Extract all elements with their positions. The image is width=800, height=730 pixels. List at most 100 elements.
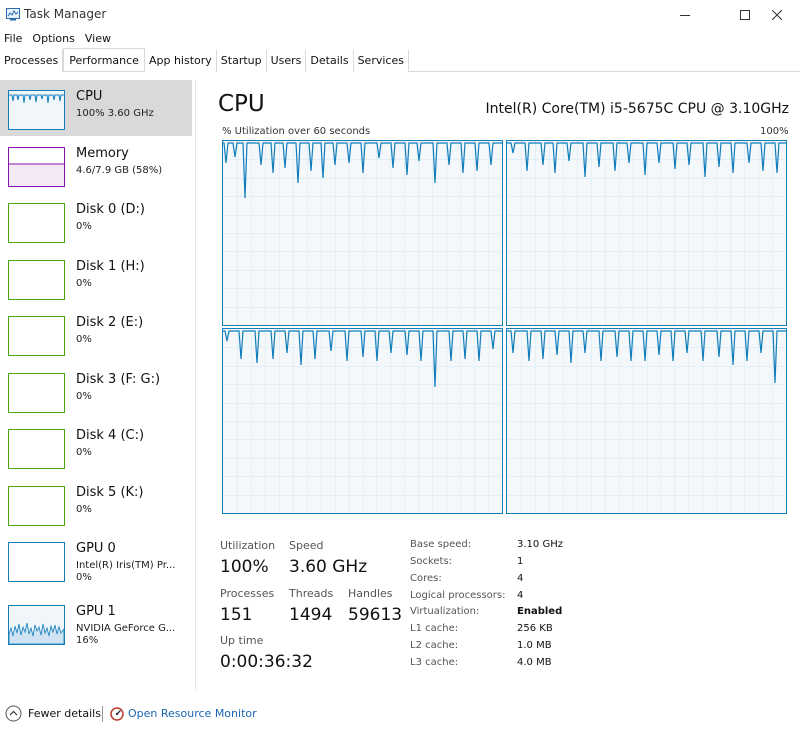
sidebar-item-disk-4[interactable]: Disk 4 (C:) 0%	[0, 419, 192, 475]
resource-sidebar: CPU 100% 3.60 GHz Memory 4.6/7.9 GB (58%…	[0, 80, 196, 690]
tab-processes[interactable]: Processes	[0, 50, 64, 72]
spec-value: 1.0 MB	[517, 640, 552, 651]
spec-key: Logical processors:	[410, 590, 506, 601]
utilization-value: 100%	[220, 557, 269, 577]
sidebar-item-label: Disk 4 (C:)	[76, 428, 145, 443]
sidebar-item-value: 0%	[76, 447, 92, 458]
close-button[interactable]	[754, 0, 800, 30]
threads-value: 1494	[289, 605, 333, 625]
tab-performance[interactable]: Performance	[63, 48, 145, 71]
spec-key: Cores:	[410, 573, 442, 584]
title-bar: Task Manager	[0, 0, 800, 30]
tab-users[interactable]: Users	[266, 50, 307, 72]
uptime-value: 0:00:36:32	[220, 652, 313, 672]
sidebar-item-subtitle: Intel(R) Iris(TM) Pr...	[76, 560, 176, 571]
sidebar-item-disk-0[interactable]: Disk 0 (D:) 0%	[0, 193, 192, 249]
tab-bar: Processes Performance App history Startu…	[0, 48, 800, 72]
disk-thumbnail	[8, 203, 65, 243]
sidebar-item-value: 0%	[76, 572, 92, 583]
sidebar-item-label: GPU 0	[76, 541, 116, 556]
sidebar-item-label: CPU	[76, 89, 103, 104]
cpu-model: Intel(R) Core(TM) i5-5675C CPU @ 3.10GHz	[485, 101, 789, 117]
processes-label: Processes	[220, 587, 275, 600]
graph-max-label: 100%	[760, 126, 789, 137]
maximize-icon	[740, 10, 750, 20]
threads-label: Threads	[289, 587, 334, 600]
speed-value: 3.60 GHz	[289, 557, 368, 577]
chevron-up-icon	[5, 705, 22, 722]
gpu-thumbnail	[8, 542, 65, 582]
sidebar-item-gpu-0[interactable]: GPU 0 Intel(R) Iris(TM) Pr... 0%	[0, 532, 192, 588]
graph-label: % Utilization over 60 seconds	[222, 126, 371, 137]
cpu-core-graph-1	[506, 140, 787, 326]
uptime-label: Up time	[220, 634, 264, 647]
spec-value: 256 KB	[517, 623, 553, 634]
spec-value: 4	[517, 573, 524, 584]
sidebar-item-label: Disk 5 (K:)	[76, 485, 144, 500]
memory-thumbnail-graph	[9, 163, 64, 186]
disk-thumbnail	[8, 486, 65, 526]
spec-key: Base speed:	[410, 539, 472, 550]
cpu-thumbnail	[8, 90, 65, 130]
fewer-details-label: Fewer details	[28, 707, 101, 720]
cpu-core-graph-2	[222, 328, 503, 514]
sidebar-item-value: 100% 3.60 GHz	[76, 108, 154, 119]
tab-startup[interactable]: Startup	[216, 50, 267, 72]
spec-value: 3.10 GHz	[517, 539, 563, 550]
processes-value: 151	[220, 605, 253, 625]
disk-thumbnail	[8, 373, 65, 413]
sidebar-item-gpu-1[interactable]: GPU 1 NVIDIA GeForce G... 16%	[0, 595, 192, 651]
disk-thumbnail	[8, 316, 65, 356]
sidebar-item-disk-5[interactable]: Disk 5 (K:) 0%	[0, 476, 192, 532]
sidebar-item-value: 0%	[76, 221, 92, 232]
sidebar-item-cpu[interactable]: CPU 100% 3.60 GHz	[0, 80, 192, 136]
gpu-thumbnail-graph	[8, 606, 65, 645]
cpu-core-line-graph	[507, 329, 786, 513]
tab-services[interactable]: Services	[353, 50, 409, 72]
cpu-core-line-graph	[223, 329, 502, 513]
menu-view[interactable]: View	[80, 30, 116, 48]
sidebar-item-disk-3[interactable]: Disk 3 (F: G:) 0%	[0, 363, 192, 419]
footer-bar: Fewer details Open Resource Monitor	[0, 700, 800, 730]
sidebar-item-value: 4.6/7.9 GB (58%)	[76, 165, 163, 176]
task-manager-icon	[6, 8, 20, 21]
speed-label: Speed	[289, 539, 324, 552]
cpu-core-line-graph	[223, 141, 502, 325]
cpu-core-graph-0	[222, 140, 503, 326]
sidebar-item-label: Disk 0 (D:)	[76, 202, 145, 217]
spec-key: Virtualization:	[410, 606, 480, 617]
sidebar-item-label: GPU 1	[76, 604, 116, 619]
minimize-icon	[680, 15, 690, 16]
spec-value: 4	[517, 590, 524, 601]
spec-value: 1	[517, 556, 524, 567]
spec-value: 4.0 MB	[517, 657, 552, 668]
sidebar-item-memory[interactable]: Memory 4.6/7.9 GB (58%)	[0, 137, 192, 193]
handles-value: 59613	[348, 605, 403, 625]
spec-key: L2 cache:	[410, 640, 459, 651]
sidebar-item-value: 0%	[76, 278, 92, 289]
menu-bar: File Options View	[0, 30, 116, 48]
spec-key: L1 cache:	[410, 623, 459, 634]
menu-file[interactable]: File	[0, 30, 27, 48]
cpu-core-graph-3	[506, 328, 787, 514]
sidebar-item-value: 0%	[76, 504, 92, 515]
spec-value: Enabled	[517, 606, 563, 617]
resource-monitor-icon	[110, 707, 124, 721]
menu-options[interactable]: Options	[27, 30, 79, 48]
footer-divider	[102, 706, 103, 722]
tab-details[interactable]: Details	[306, 50, 354, 72]
sidebar-item-label: Disk 2 (E:)	[76, 315, 144, 330]
sidebar-item-subtitle: NVIDIA GeForce G...	[76, 623, 176, 634]
sidebar-item-disk-1[interactable]: Disk 1 (H:) 0%	[0, 250, 192, 306]
disk-thumbnail	[8, 429, 65, 469]
minimize-button[interactable]	[662, 0, 708, 30]
memory-thumbnail	[8, 147, 65, 187]
sidebar-item-disk-2[interactable]: Disk 2 (E:) 0%	[0, 306, 192, 362]
sidebar-item-label: Memory	[76, 146, 129, 161]
sidebar-item-label: Disk 3 (F: G:)	[76, 372, 161, 387]
cpu-thumbnail-graph	[9, 91, 64, 129]
disk-thumbnail	[8, 260, 65, 300]
tab-app-history[interactable]: App history	[144, 50, 217, 72]
sidebar-item-value: 0%	[76, 391, 92, 402]
window-title: Task Manager	[24, 7, 107, 21]
